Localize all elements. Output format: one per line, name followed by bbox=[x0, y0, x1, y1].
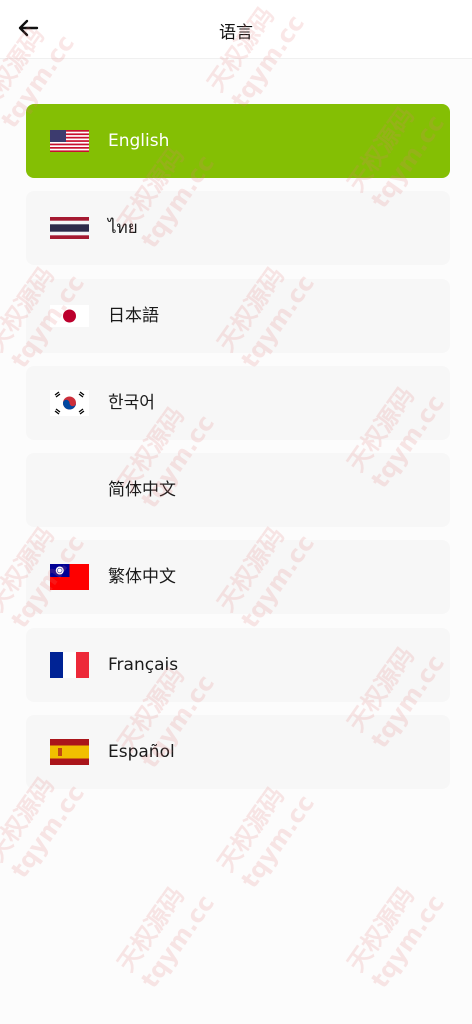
language-label: Español bbox=[108, 742, 175, 763]
thailand-flag-icon bbox=[50, 217, 89, 240]
language-item-simplified-chinese[interactable]: 简体中文 bbox=[26, 453, 450, 528]
language-item-korean[interactable]: 한국어 bbox=[26, 365, 450, 440]
app-header: 语言 bbox=[0, 0, 472, 59]
language-label: 简体中文 bbox=[108, 480, 176, 501]
france-flag-icon bbox=[50, 651, 89, 678]
language-label: 한국어 bbox=[108, 392, 155, 413]
language-label: English bbox=[108, 131, 170, 151]
us-flag-icon bbox=[50, 130, 89, 152]
language-item-japanese[interactable]: 日本語 bbox=[26, 278, 450, 353]
language-item-french[interactable]: Français bbox=[26, 627, 450, 702]
language-item-spanish[interactable]: Español bbox=[26, 715, 450, 790]
language-item-traditional-chinese[interactable]: 繁体中文 bbox=[26, 540, 450, 615]
language-label: Français bbox=[108, 654, 179, 675]
language-item-english[interactable]: English bbox=[26, 104, 450, 178]
japan-flag-icon bbox=[50, 304, 89, 327]
language-item-thai[interactable]: ไทย bbox=[26, 191, 450, 266]
watermark-text: 天权源码tqym.cc bbox=[341, 882, 450, 994]
language-label: 繁体中文 bbox=[108, 567, 176, 588]
taiwan-flag-icon bbox=[50, 564, 89, 591]
korea-flag-icon bbox=[50, 389, 89, 416]
page-title: 语言 bbox=[219, 23, 253, 43]
language-label: 日本語 bbox=[108, 305, 159, 326]
watermark-text: 天权源码tqym.cc bbox=[111, 882, 220, 994]
language-label: ไทย bbox=[108, 218, 138, 239]
spain-flag-icon bbox=[50, 739, 89, 766]
language-list: English ไทย 日本語 한국어 简体中文 繁体中文 Français E… bbox=[26, 104, 450, 802]
